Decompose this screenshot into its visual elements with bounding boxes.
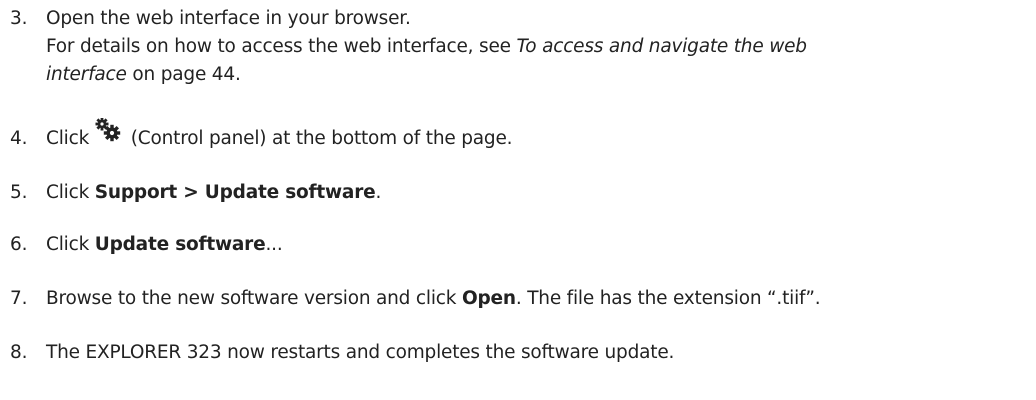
step-number: 7. xyxy=(10,288,28,309)
step-text: Click Update software... xyxy=(46,232,283,258)
text-suffix: . The file has the extension “.tiif”. xyxy=(515,288,821,309)
text-prefix: Browse to the new software version and c… xyxy=(46,288,462,309)
step-number: 4. xyxy=(10,128,28,149)
step-detail-cont: interface on page 44. xyxy=(46,62,241,88)
detail-suffix: on page 44. xyxy=(126,64,241,85)
step-number: 8. xyxy=(10,342,28,363)
step-text-before: Click xyxy=(46,128,90,149)
step-text: Click (Control panel) at the bottom of t… xyxy=(46,117,513,152)
gears-icon xyxy=(93,117,123,142)
text-prefix: Click xyxy=(46,182,95,203)
step-number: 6. xyxy=(10,234,28,255)
text-suffix: ... xyxy=(265,234,283,255)
step-text: Open the web interface in your browser. xyxy=(46,8,411,29)
step-text: Click Support > Update software. xyxy=(46,180,381,206)
step-number: 5. xyxy=(10,182,28,203)
step-number: 3. xyxy=(10,8,28,29)
button-name: Update software xyxy=(94,234,266,255)
step-text-after: (Control panel) at the bottom of the pag… xyxy=(125,128,513,149)
reference-link-part2[interactable]: interface xyxy=(46,64,127,85)
menu-path: Support > Update software xyxy=(94,182,376,203)
button-name: Open xyxy=(461,288,516,309)
step-detail: For details on how to access the web int… xyxy=(46,34,807,60)
detail-prefix: For details on how to access the web int… xyxy=(46,36,517,57)
step-text: Browse to the new software version and c… xyxy=(46,286,821,312)
step-text: The EXPLORER 323 now restarts and comple… xyxy=(46,342,675,363)
text-prefix: Click xyxy=(46,234,95,255)
reference-link-part1[interactable]: To access and navigate the web xyxy=(516,36,807,57)
text-suffix: . xyxy=(375,182,382,203)
